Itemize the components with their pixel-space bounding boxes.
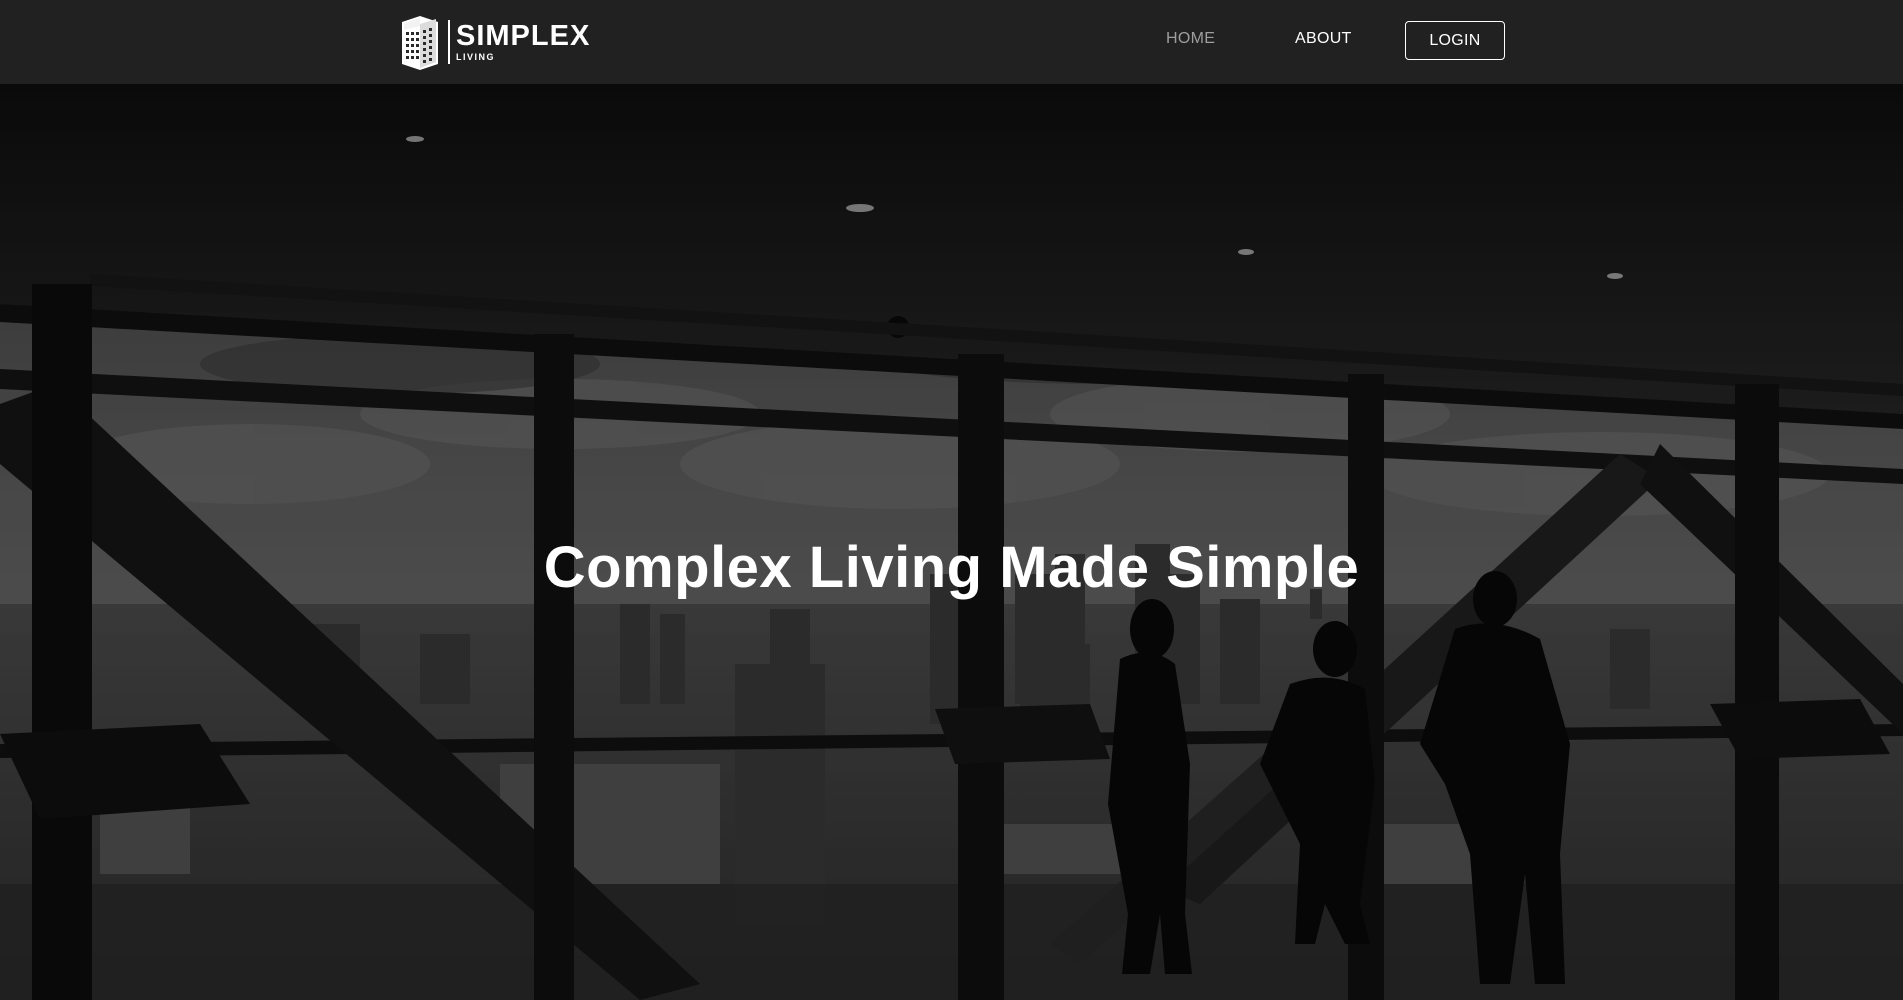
login-button[interactable]: LOGIN bbox=[1405, 21, 1505, 60]
logo-tagline: LIVING bbox=[456, 52, 496, 62]
building-icon bbox=[402, 16, 438, 70]
logo[interactable]: SIMPLEX LIVING bbox=[396, 14, 590, 70]
logo-divider bbox=[448, 20, 450, 64]
navbar: SIMPLEX LIVING HOME ABOUT LOGIN bbox=[0, 0, 1903, 84]
logo-name: SIMPLEX bbox=[456, 20, 591, 52]
nav-about-link[interactable]: ABOUT bbox=[1295, 30, 1352, 48]
logo-text: SIMPLEX LIVING bbox=[456, 22, 590, 62]
hero-title: Complex Living Made Simple bbox=[543, 534, 1360, 600]
hero-section: Complex Living Made Simple bbox=[0, 84, 1903, 1000]
nav-home-link[interactable]: HOME bbox=[1166, 30, 1215, 48]
